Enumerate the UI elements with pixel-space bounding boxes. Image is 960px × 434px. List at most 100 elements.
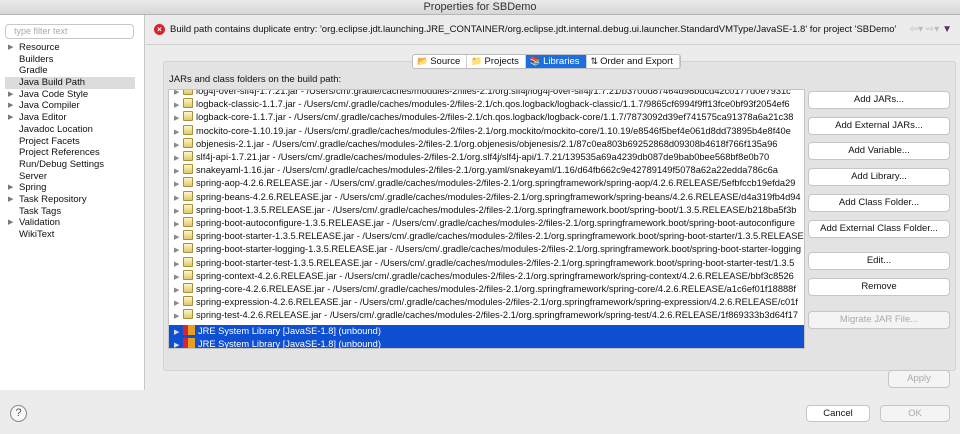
sidebar-item[interactable]: Javadoc Location (5, 124, 135, 136)
list-item[interactable]: ▶ spring-beans-4.2.6.RELEASE.jar - /Users… (169, 190, 804, 205)
list-item[interactable]: ▶ slf4j-api-1.7.21.jar - /Users/cm/.gradl… (169, 151, 804, 164)
list-item[interactable]: ▶ spring-core-4.2.6.RELEASE.jar - /Users/… (169, 283, 804, 296)
expand-arrow-icon[interactable]: ▶ (8, 112, 13, 124)
list-item[interactable]: ▶ logback-core-1.1.7.jar - /Users/cm/.gra… (169, 111, 804, 124)
tab-order-and-export[interactable]: ⇅ Order and Export (587, 55, 680, 68)
expand-arrow-icon[interactable]: ▶ (174, 231, 183, 244)
list-item[interactable]: ▶ logback-classic-1.1.7.jar - /Users/cm/.… (169, 98, 804, 111)
entry-label: spring-context-4.2.6.RELEASE.jar - /User… (196, 270, 794, 281)
sidebar-item[interactable]: ▶ Java Code Style (5, 89, 135, 101)
expand-arrow-icon[interactable]: ▶ (174, 178, 183, 191)
jar-icon (183, 217, 193, 227)
tab-projects[interactable]: 📁 Projects (467, 55, 526, 68)
list-item[interactable]: ▶ spring-boot-starter-test-1.3.5.RELEASE.… (169, 256, 804, 271)
help-icon[interactable]: ? (10, 405, 27, 422)
sidebar-item-label: Project Facets (19, 135, 80, 147)
expand-arrow-icon[interactable]: ▶ (174, 126, 183, 139)
list-item[interactable]: ▶ JRE System Library [JavaSE-1.8] (unboun… (169, 337, 804, 348)
sidebar-item-label: Project References (19, 147, 100, 159)
entry-label: spring-beans-4.2.6.RELEASE.jar - /Users/… (196, 191, 801, 202)
expand-arrow-icon[interactable]: ▶ (174, 152, 183, 165)
libraries-tree[interactable]: ▶ log4j-over-slf4j-1.7.21.jar - /Users/cm… (168, 89, 805, 349)
sidebar-item[interactable]: ▶ Resource (5, 42, 135, 54)
expand-arrow-icon[interactable]: ▶ (174, 297, 183, 310)
sidebar-item[interactable]: Builders (5, 54, 135, 66)
sidebar-item[interactable]: Task Tags (5, 206, 135, 218)
list-item[interactable]: ▶ mockito-core-1.10.19.jar - /Users/cm/.g… (169, 124, 804, 139)
list-item[interactable]: ▶ spring-test-4.2.6.RELEASE.jar - /Users/… (169, 309, 804, 322)
back-icon[interactable]: ⇦▾ (910, 24, 923, 35)
list-item[interactable]: ▶ spring-context-4.2.6.RELEASE.jar - /Use… (169, 269, 804, 284)
list-item[interactable]: ▶ spring-boot-starter-1.3.5.RELEASE.jar -… (169, 230, 804, 243)
cancel-button[interactable]: Cancel (806, 405, 870, 422)
sidebar-item[interactable]: Run/Debug Settings (5, 159, 135, 171)
expand-arrow-icon[interactable]: ▶ (174, 165, 183, 178)
add-external-class-folder-button[interactable]: Add External Class Folder... (808, 220, 950, 238)
list-item[interactable]: ▶ snakeyaml-1.16.jar - /Users/cm/.gradle/… (169, 164, 804, 177)
expand-arrow-icon[interactable]: ▶ (174, 112, 183, 125)
sidebar-item[interactable]: Project References (5, 147, 135, 159)
jar-icon (183, 296, 193, 307)
tab-libraries[interactable]: 📚 Libraries (525, 55, 587, 68)
expand-arrow-icon[interactable]: ▶ (174, 339, 183, 348)
entry-label: spring-boot-autoconfigure-1.3.5.RELEASE.… (196, 218, 795, 228)
list-item[interactable]: ▶ spring-boot-1.3.5.RELEASE.jar - /Users/… (169, 203, 804, 218)
expand-arrow-icon[interactable]: ▶ (174, 99, 183, 112)
list-item[interactable]: ▶ objenesis-2.1.jar - /Users/cm/.gradle/c… (169, 137, 804, 152)
expand-arrow-icon[interactable]: ▶ (174, 271, 183, 284)
migrate-jar-file-button[interactable]: Migrate JAR File... (808, 311, 950, 329)
add-library-button[interactable]: Add Library... (808, 168, 950, 186)
entry-label: log4j-over-slf4j-1.7.21.jar - /Users/cm/… (196, 89, 791, 96)
sidebar-item-label: Task Tags (19, 205, 62, 217)
sidebar-item[interactable]: ▶ Java Editor (5, 112, 135, 124)
sidebar-item[interactable]: Java Build Path (5, 77, 135, 89)
expand-arrow-icon[interactable]: ▶ (174, 244, 183, 257)
sidebar-item[interactable]: Gradle (5, 65, 135, 77)
sidebar-item[interactable]: Project Facets (5, 136, 135, 148)
list-item[interactable]: ▶ spring-aop-4.2.6.RELEASE.jar - /Users/c… (169, 177, 804, 190)
add-external-jars-button[interactable]: Add External JARs... (808, 117, 950, 135)
sidebar-item[interactable]: Server (5, 171, 135, 183)
expand-arrow-icon[interactable]: ▶ (8, 217, 13, 229)
list-item[interactable]: ▶ spring-expression-4.2.6.RELEASE.jar - /… (169, 296, 804, 309)
view-menu-icon[interactable]: ▼ (942, 24, 952, 35)
expand-arrow-icon[interactable]: ▶ (8, 194, 13, 206)
error-message: Build path contains duplicate entry: 'or… (170, 24, 897, 35)
ok-button[interactable]: OK (880, 405, 950, 422)
expand-arrow-icon[interactable]: ▶ (8, 89, 13, 101)
add-variable-button[interactable]: Add Variable... (808, 142, 950, 160)
sidebar-item[interactable]: ▶ Validation (5, 217, 135, 229)
expand-arrow-icon[interactable]: ▶ (174, 205, 183, 218)
jar-icon (183, 309, 193, 320)
expand-arrow-icon[interactable]: ▶ (174, 310, 183, 323)
expand-arrow-icon[interactable]: ▶ (174, 139, 183, 152)
forward-icon[interactable]: ⇨▾ (926, 24, 939, 35)
list-item[interactable]: ▶ spring-boot-starter-logging-1.3.5.RELEA… (169, 243, 804, 256)
sidebar-item[interactable]: ▶ Task Repository (5, 194, 135, 206)
sidebar-item[interactable]: ▶ Java Compiler (5, 100, 135, 112)
sidebar-item[interactable]: ▶ Spring (5, 182, 135, 194)
expand-arrow-icon[interactable]: ▶ (174, 326, 183, 339)
sidebar-item[interactable]: WikiText (5, 229, 135, 241)
expand-arrow-icon[interactable]: ▶ (8, 42, 13, 54)
list-item[interactable]: ▶ spring-boot-autoconfigure-1.3.5.RELEASE… (169, 217, 804, 230)
tab-source[interactable]: 📂 Source (413, 55, 468, 68)
expand-arrow-icon[interactable]: ▶ (8, 182, 13, 194)
entry-label: spring-boot-1.3.5.RELEASE.jar - /Users/c… (196, 204, 797, 215)
expand-arrow-icon[interactable]: ▶ (174, 192, 183, 205)
add-jars-button[interactable]: Add JARs... (808, 91, 950, 109)
list-item[interactable]: ▶ JRE System Library [JavaSE-1.8] (unboun… (169, 324, 804, 339)
edit-button[interactable]: Edit... (808, 252, 950, 270)
expand-arrow-icon[interactable]: ▶ (8, 100, 13, 112)
add-class-folder-button[interactable]: Add Class Folder... (808, 194, 950, 212)
jar-icon (183, 124, 193, 135)
entry-label: spring-test-4.2.6.RELEASE.jar - /Users/c… (196, 310, 799, 321)
filter-input[interactable]: type filter text (5, 24, 134, 39)
remove-button[interactable]: Remove (808, 278, 950, 296)
expand-arrow-icon[interactable]: ▶ (174, 258, 183, 271)
expand-arrow-icon[interactable]: ▶ (174, 284, 183, 297)
apply-button[interactable]: Apply (888, 370, 950, 388)
expand-arrow-icon[interactable]: ▶ (174, 218, 183, 231)
sidebar-item-label: Java Compiler (19, 100, 80, 112)
list-item[interactable]: ▶ log4j-over-slf4j-1.7.21.jar - /Users/cm… (169, 89, 804, 98)
